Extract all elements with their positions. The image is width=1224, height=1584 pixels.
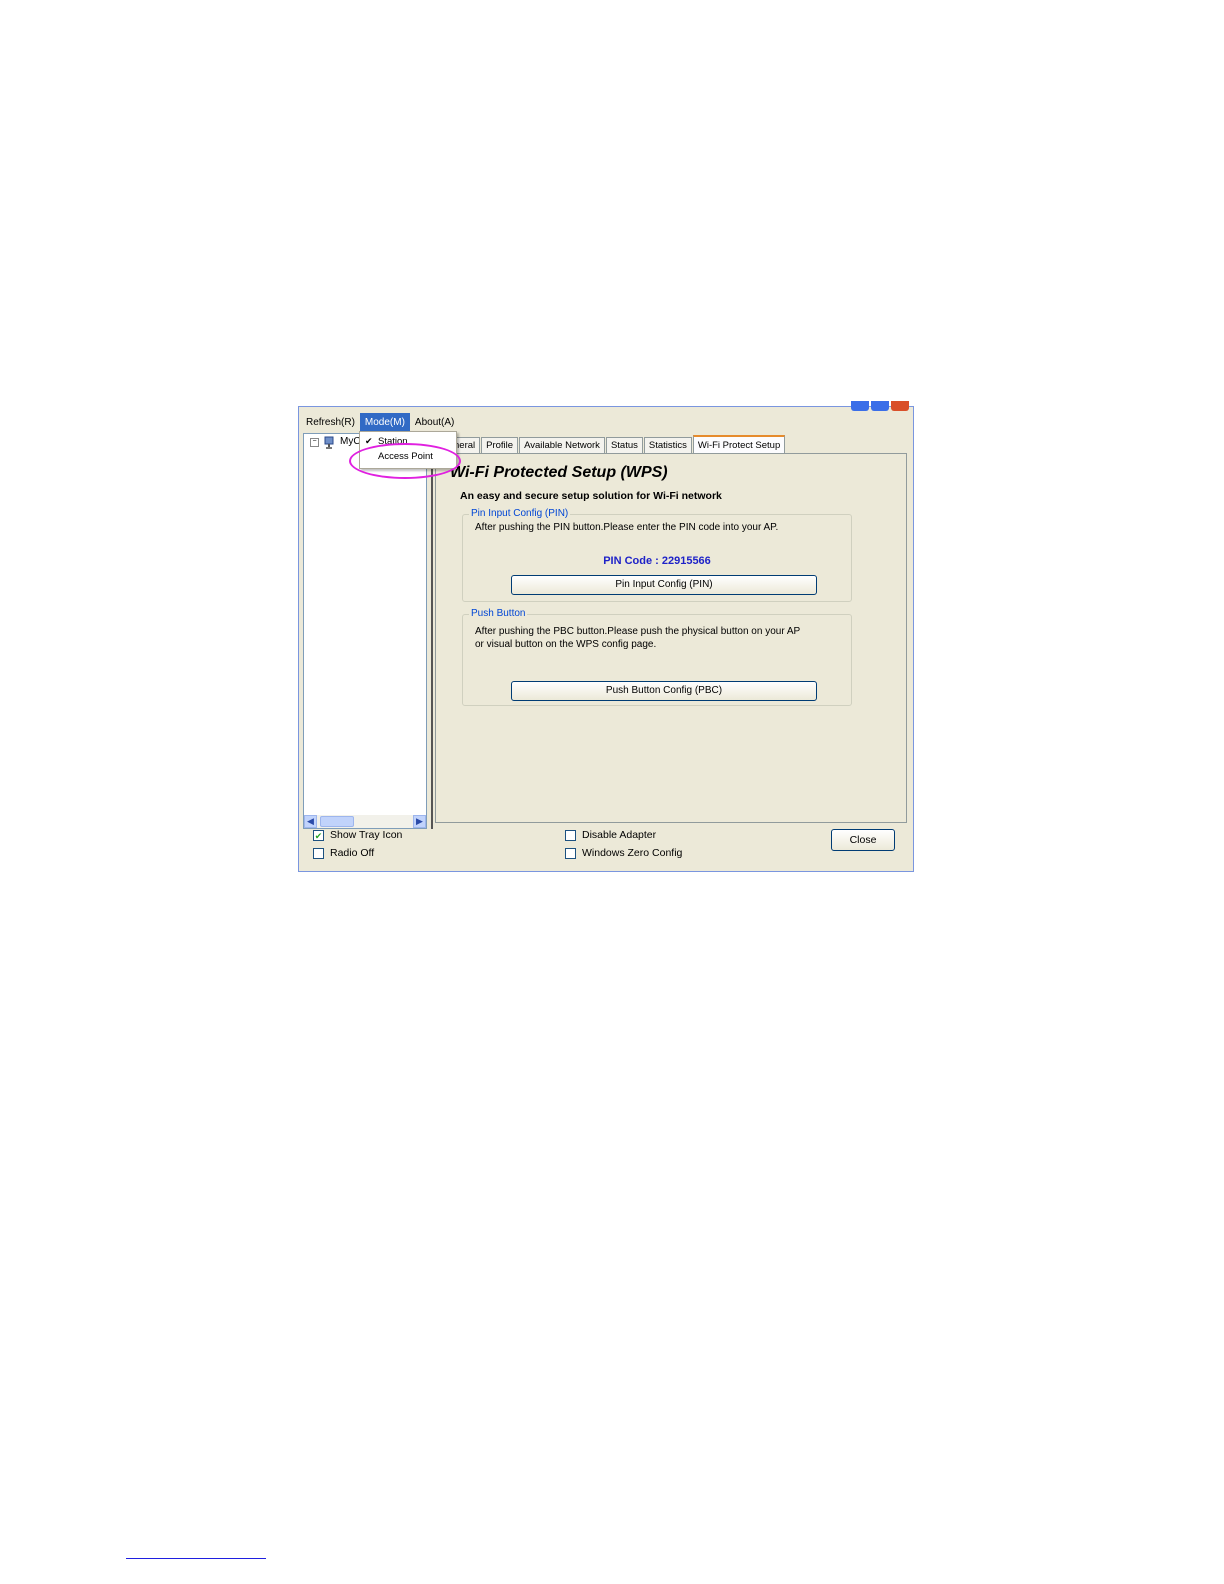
page-subtitle: An easy and secure setup solution for Wi… [460,490,722,502]
maximize-button[interactable] [871,401,889,411]
disable-adapter-checkbox[interactable]: Disable Adapter [565,829,656,841]
scroll-right-icon[interactable]: ▶ [413,815,426,828]
tab-available-network[interactable]: Available Network [519,437,605,453]
pbc-description-line2: or visual button on the WPS config page. [475,639,657,650]
windows-zero-config-checkbox[interactable]: Windows Zero Config [565,847,682,859]
tab-profile[interactable]: Profile [481,437,519,453]
wireless-utility-window: Refresh(R) Mode(M) About(A) − MyC ◀ ▶ ne… [298,401,914,872]
checked-box-icon: ✔ [313,829,324,841]
radio-off-checkbox[interactable]: Radio Off [313,847,374,859]
minimize-button[interactable] [851,401,869,411]
show-tray-icon-label: Show Tray Icon [330,829,403,841]
pin-input-group: Pin Input Config (PIN) After pushing the… [462,508,852,602]
menu-bar: Refresh(R) Mode(M) About(A) [301,413,459,431]
menu-refresh[interactable]: Refresh(R) [301,413,360,431]
title-bar-buttons [851,401,909,411]
menu-about[interactable]: About(A) [410,413,459,431]
pane-splitter[interactable] [431,433,433,829]
pbc-group-legend: Push Button [469,608,528,619]
unchecked-box-icon [565,847,576,859]
tab-strip: neral Profile Available Network Status S… [449,435,786,453]
disable-adapter-label: Disable Adapter [582,829,657,841]
tab-wifi-protect-setup[interactable]: Wi-Fi Protect Setup [692,435,786,453]
menu-mode[interactable]: Mode(M) [359,413,410,431]
tree-horizontal-scrollbar[interactable]: ◀ ▶ [304,815,426,828]
unchecked-box-icon [565,829,576,841]
unchecked-box-icon [313,847,324,859]
pbc-description-line1: After pushing the PBC button.Please push… [475,626,801,637]
pin-description: After pushing the PIN button.Please ente… [475,522,779,533]
push-button-config-button[interactable]: Push Button Config (PBC) [511,681,817,701]
pin-group-legend: Pin Input Config (PIN) [469,508,571,519]
tab-status[interactable]: Status [605,437,643,453]
scroll-thumb[interactable] [320,816,354,827]
tab-statistics[interactable]: Statistics [643,437,692,453]
push-button-group: Push Button After pushing the PBC button… [462,608,852,706]
pin-code: PIN Code : 22915566 [603,555,711,567]
radio-off-label: Radio Off [330,847,375,859]
scroll-left-icon[interactable]: ◀ [304,815,317,828]
close-window-button[interactable] [891,401,909,411]
page-title: Wi-Fi Protected Setup (WPS) [450,464,668,481]
adapter-tree[interactable]: − MyC ◀ ▶ [303,433,427,829]
show-tray-icon-checkbox[interactable]: ✔ Show Tray Icon [313,829,402,841]
close-button[interactable]: Close [831,829,895,851]
collapse-icon[interactable]: − [310,438,319,447]
footnote-separator [126,1558,266,1559]
windows-zero-config-label: Windows Zero Config [582,847,683,859]
tree-root-label[interactable]: MyC [340,436,361,447]
highlight-ellipse [349,443,461,479]
wps-panel: Wi-Fi Protected Setup (WPS) An easy and … [435,453,907,823]
pin-input-config-button[interactable]: Pin Input Config (PIN) [511,575,817,595]
computer-adapter-icon [324,436,334,449]
